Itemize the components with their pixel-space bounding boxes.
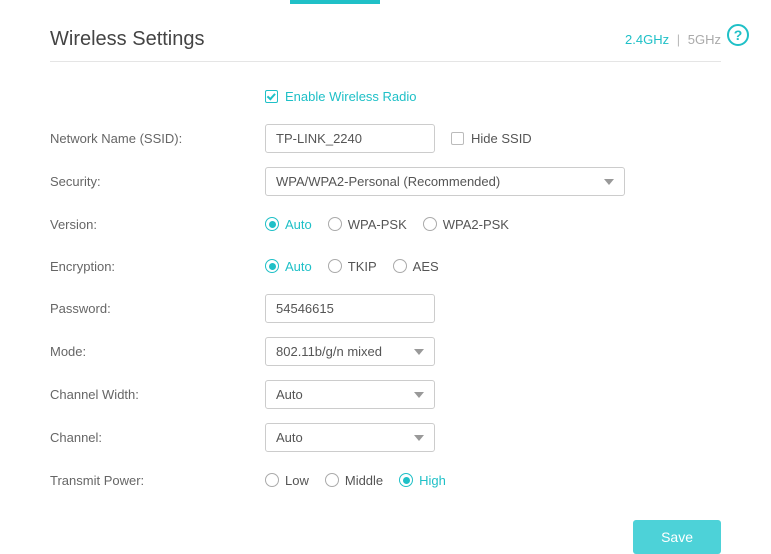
radio-label: Auto: [285, 259, 312, 274]
radio-label: Low: [285, 473, 309, 488]
hide-ssid-label: Hide SSID: [471, 131, 532, 146]
security-label: Security:: [50, 174, 265, 189]
channel-width-label: Channel Width:: [50, 387, 265, 402]
encryption-radio-aes[interactable]: AES: [393, 259, 439, 274]
version-radio-group: Auto WPA-PSK WPA2-PSK: [265, 217, 721, 232]
encryption-radio-auto[interactable]: Auto: [265, 259, 312, 274]
mode-value: 802.11b/g/n mixed: [276, 344, 382, 359]
band-tabs: 2.4GHz | 5GHz: [625, 32, 721, 47]
tab-24ghz[interactable]: 2.4GHz: [625, 32, 669, 47]
encryption-radio-tkip[interactable]: TKIP: [328, 259, 377, 274]
security-value: WPA/WPA2-Personal (Recommended): [276, 174, 500, 189]
transmit-power-label: Transmit Power:: [50, 473, 265, 488]
chevron-down-icon: [604, 179, 614, 185]
chevron-down-icon: [414, 349, 424, 355]
tab-5ghz[interactable]: 5GHz: [688, 32, 721, 47]
radio-icon: [328, 259, 342, 273]
channel-width-select[interactable]: Auto: [265, 380, 435, 409]
radio-icon: [423, 217, 437, 231]
channel-select[interactable]: Auto: [265, 423, 435, 452]
page-header: Wireless Settings 2.4GHz | 5GHz ?: [50, 28, 721, 62]
version-radio-wpa-psk[interactable]: WPA-PSK: [328, 217, 407, 232]
radio-icon: [265, 217, 279, 231]
transmit-radio-middle[interactable]: Middle: [325, 473, 383, 488]
channel-width-value: Auto: [276, 387, 303, 402]
transmit-radio-group: Low Middle High: [265, 473, 721, 488]
radio-label: Middle: [345, 473, 383, 488]
radio-icon: [393, 259, 407, 273]
transmit-radio-high[interactable]: High: [399, 473, 446, 488]
radio-icon: [265, 259, 279, 273]
radio-label: AES: [413, 259, 439, 274]
chevron-down-icon: [414, 392, 424, 398]
page-title: Wireless Settings: [50, 28, 205, 51]
security-select[interactable]: WPA/WPA2-Personal (Recommended): [265, 167, 625, 196]
radio-label: TKIP: [348, 259, 377, 274]
password-label: Password:: [50, 301, 265, 316]
version-radio-auto[interactable]: Auto: [265, 217, 312, 232]
radio-icon: [325, 473, 339, 487]
radio-label: High: [419, 473, 446, 488]
version-radio-wpa2-psk[interactable]: WPA2-PSK: [423, 217, 509, 232]
enable-wireless-checkbox[interactable]: Enable Wireless Radio: [265, 89, 417, 104]
encryption-radio-group: Auto TKIP AES: [265, 259, 721, 274]
encryption-label: Encryption:: [50, 259, 265, 274]
top-accent-highlight: [290, 0, 380, 4]
ssid-input[interactable]: [265, 124, 435, 153]
radio-label: Auto: [285, 217, 312, 232]
radio-icon: [328, 217, 342, 231]
ssid-label: Network Name (SSID):: [50, 131, 265, 146]
password-input[interactable]: [265, 294, 435, 323]
checkbox-icon: [265, 90, 278, 103]
version-label: Version:: [50, 217, 265, 232]
checkbox-icon: [451, 132, 464, 145]
channel-value: Auto: [276, 430, 303, 445]
radio-label: WPA2-PSK: [443, 217, 509, 232]
radio-icon: [265, 473, 279, 487]
mode-label: Mode:: [50, 344, 265, 359]
mode-select[interactable]: 802.11b/g/n mixed: [265, 337, 435, 366]
hide-ssid-checkbox[interactable]: Hide SSID: [451, 131, 532, 146]
radio-label: WPA-PSK: [348, 217, 407, 232]
help-icon[interactable]: ?: [727, 24, 749, 46]
band-separator: |: [677, 32, 680, 47]
top-accent-bar: [0, 0, 771, 4]
enable-wireless-label: Enable Wireless Radio: [285, 89, 417, 104]
chevron-down-icon: [414, 435, 424, 441]
channel-label: Channel:: [50, 430, 265, 445]
save-button[interactable]: Save: [633, 520, 721, 554]
transmit-radio-low[interactable]: Low: [265, 473, 309, 488]
radio-icon: [399, 473, 413, 487]
